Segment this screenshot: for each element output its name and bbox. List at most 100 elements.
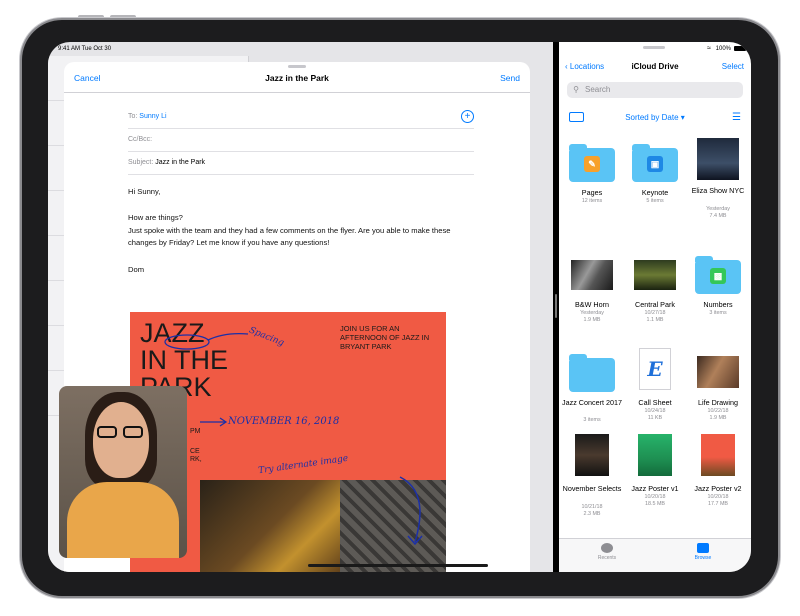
files-status-bar: ≈ 100%: [559, 42, 751, 56]
file-name: Jazz Poster v2: [694, 484, 742, 493]
search-icon: ⚲: [573, 85, 579, 94]
folder-icon: ▩: [695, 256, 741, 294]
tab-browse-label: Browse: [694, 555, 712, 561]
files-toolbar: Sorted by Date ▾ ☰: [559, 110, 751, 126]
send-button[interactable]: Send: [500, 73, 520, 83]
note-date: NOVEMBER 16, 2018: [228, 416, 340, 427]
tab-browse[interactable]: Browse: [673, 543, 733, 561]
file-tile-jazz-concert[interactable]: Jazz Concert 2017 3 items: [561, 348, 623, 444]
file-name: Call Sheet: [638, 398, 672, 407]
image-thumbnail: [701, 434, 735, 476]
file-name: Numbers: [703, 300, 733, 309]
subject-label: Subject:: [128, 159, 154, 166]
search-placeholder: Search: [585, 85, 611, 94]
files-nav-bar: ‹ Locations iCloud Drive Select: [559, 56, 751, 78]
file-size: 1.9 MB: [709, 415, 727, 421]
select-button[interactable]: Select: [722, 62, 744, 71]
status-date: Tue Oct 30: [81, 46, 112, 52]
file-tile-keynote[interactable]: ▣ Keynote 5 items: [624, 138, 686, 234]
file-name: Jazz Concert 2017: [562, 398, 622, 407]
tab-recents-label: Recents: [597, 555, 617, 561]
facetime-person-face: [93, 402, 149, 478]
cc-bcc-label: Cc/Bcc:: [128, 136, 153, 143]
to-field[interactable]: To: Sunny Li +: [128, 106, 474, 129]
sort-menu-button[interactable]: Sorted by Date ▾: [559, 113, 751, 122]
file-size: 1.1 MB: [646, 317, 664, 323]
file-meta: Yesterday: [580, 310, 604, 316]
image-thumbnail: [575, 434, 609, 476]
file-meta: 3 items: [583, 417, 601, 423]
wifi-icon: ≈: [707, 45, 711, 52]
add-recipient-icon[interactable]: +: [461, 110, 474, 123]
list-view-icon[interactable]: ☰: [732, 112, 741, 123]
body-line-1[interactable]: How are things?: [128, 212, 468, 225]
file-tile-november-selects[interactable]: November Selects 10/21/18 2.3 MB: [561, 434, 623, 530]
files-search-field[interactable]: ⚲ Search: [567, 82, 743, 98]
file-name: Jazz Poster v1: [631, 484, 679, 493]
file-tile-pages[interactable]: ✎ Pages 12 items: [561, 138, 623, 234]
file-meta: 10/27/18: [644, 310, 666, 316]
file-size: 18.5 MB: [644, 501, 666, 507]
file-name: Pages: [581, 188, 603, 197]
document-icon: E: [647, 357, 663, 381]
file-name: Central Park: [635, 300, 675, 309]
cc-bcc-field[interactable]: Cc/Bcc:: [128, 129, 474, 152]
files-app: ≈ 100% ‹ Locations iCloud Drive Select ⚲…: [559, 42, 751, 572]
image-thumbnail: [634, 260, 676, 290]
files-grabber[interactable]: [643, 46, 665, 49]
file-tile-jazz-poster-v1[interactable]: Jazz Poster v1 10/20/18 18.5 MB: [624, 434, 686, 530]
file-tile-central-park[interactable]: Central Park 10/27/18 1.1 MB: [624, 250, 686, 346]
to-label: To:: [128, 113, 138, 120]
file-meta: 10/20/18: [644, 494, 666, 500]
folder-icon: ✎: [569, 144, 615, 182]
status-time: 9:41 AM: [58, 46, 81, 52]
folder-icon: [697, 543, 709, 553]
battery-icon: [734, 46, 746, 51]
compose-title: Jazz in the Park: [265, 73, 329, 83]
file-meta: 12 items: [581, 198, 603, 204]
file-meta: 10/21/18: [581, 504, 603, 510]
folder-icon: ▣: [632, 144, 678, 182]
file-meta: 3 items: [709, 310, 727, 316]
file-size: 1.9 MB: [583, 317, 601, 323]
file-name: Keynote: [641, 188, 669, 197]
body-greeting[interactable]: Hi Sunny,: [128, 186, 468, 199]
file-tile-bw-horn[interactable]: B&W Horn Yesterday 1.9 MB: [561, 250, 623, 346]
file-tile-call-sheet[interactable]: E Call Sheet 10/24/18 11 KB: [624, 348, 686, 444]
pages-app-icon: ✎: [584, 156, 600, 172]
file-tile-life-drawing[interactable]: Life Drawing 10/22/18 1.9 MB: [687, 348, 749, 444]
subject-field[interactable]: Subject: Jazz in the Park: [128, 152, 474, 175]
video-thumbnail: [697, 138, 739, 180]
file-name: Life Drawing: [698, 398, 738, 407]
battery-percent: 100%: [715, 46, 731, 52]
facetime-video-preview[interactable]: [59, 386, 187, 558]
file-name: Eliza Show NYC: [691, 186, 745, 195]
subject-value[interactable]: Jazz in the Park: [155, 159, 205, 166]
document-thumbnail: E: [639, 348, 671, 390]
to-recipient[interactable]: Sunny Li: [139, 113, 166, 120]
tab-recents[interactable]: Recents: [577, 543, 637, 561]
image-thumbnail: [571, 260, 613, 290]
folder-icon: [569, 354, 615, 392]
file-tile-numbers[interactable]: ▩ Numbers 3 items: [687, 250, 749, 346]
file-meta: 10/22/18: [707, 408, 729, 414]
clock-icon: [601, 543, 613, 553]
file-meta: 10/20/18: [707, 494, 729, 500]
file-tile-eliza-show[interactable]: Eliza Show NYC Yesterday 7.4 MB: [687, 138, 749, 234]
file-meta: 10/24/18: [644, 408, 666, 414]
file-name: November Selects: [562, 484, 622, 493]
compose-nav-bar: Cancel Jazz in the Park Send: [64, 62, 530, 93]
keynote-app-icon: ▣: [647, 156, 663, 172]
file-size: 17.7 MB: [707, 501, 729, 507]
file-name: B&W Horn: [575, 300, 609, 309]
file-tile-jazz-poster-v2[interactable]: Jazz Poster v2 10/20/18 17.7 MB: [687, 434, 749, 530]
file-size: 2.3 MB: [583, 511, 601, 517]
file-meta: 5 items: [646, 198, 664, 204]
split-view-handle[interactable]: [555, 294, 557, 318]
facetime-person-shirt: [67, 482, 179, 558]
status-bar-left: 9:41 AM Tue Oct 30: [48, 42, 563, 56]
numbers-app-icon: ▩: [710, 268, 726, 284]
home-indicator[interactable]: [308, 564, 488, 567]
body-line-2[interactable]: Just spoke with the team and they had a …: [128, 225, 468, 250]
body-signoff[interactable]: Dom: [128, 264, 468, 277]
